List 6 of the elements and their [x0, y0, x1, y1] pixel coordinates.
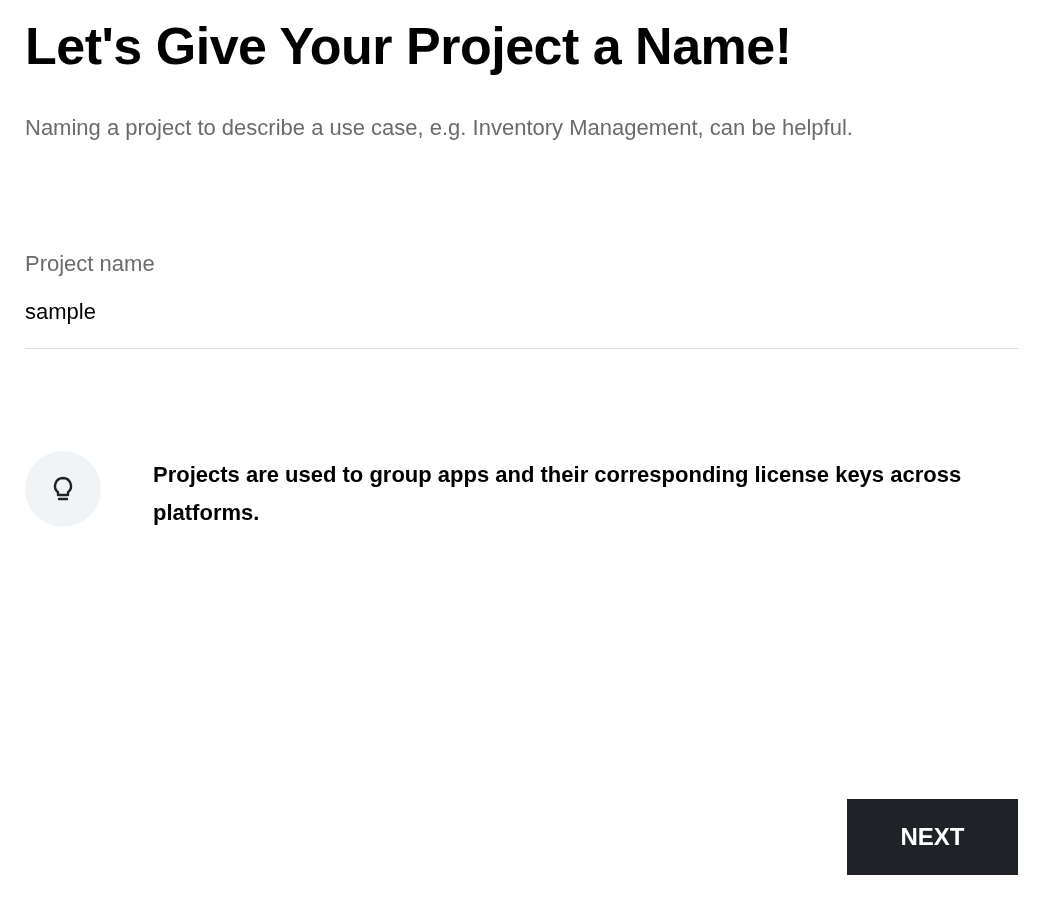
project-name-field[interactable]: sample	[25, 298, 1018, 349]
next-button[interactable]: NEXT	[847, 799, 1018, 875]
field-label: Project name	[25, 250, 155, 278]
page-title: Let's Give Your Project a Name!	[25, 16, 792, 77]
subtitle: Naming a project to describe a use case, e.g. Inventory Management, can be helpful.	[25, 114, 853, 142]
tip-text: Projects are used to group apps and their corresponding license keys across platforms.	[153, 461, 963, 527]
